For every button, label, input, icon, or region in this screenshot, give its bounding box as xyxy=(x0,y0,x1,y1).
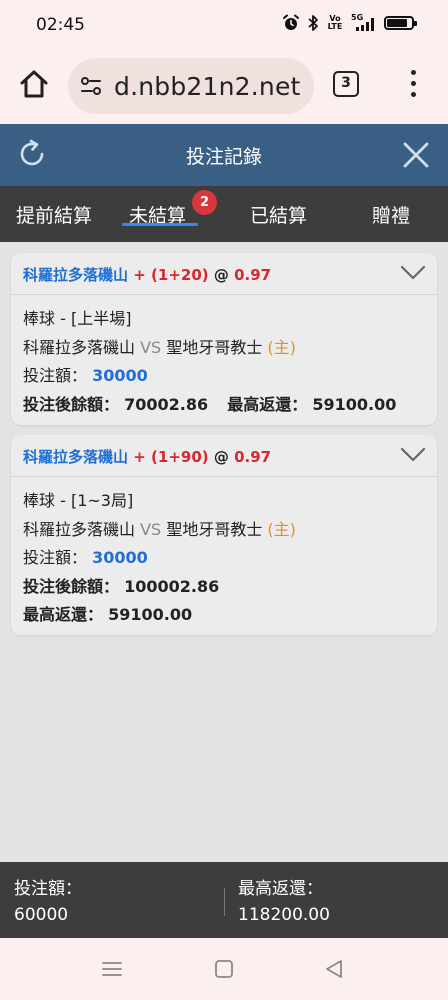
stake-label: 投注額： xyxy=(23,366,88,385)
vs-label: VS xyxy=(140,519,162,539)
vs-label: VS xyxy=(140,337,162,357)
tab-settled[interactable]: 已結算 xyxy=(250,201,307,228)
browser-toolbar: d.nbb21n2.net 3 xyxy=(0,52,448,124)
bet-card-body: 棒球 - [1~3局] 科羅拉多落磯山 VS 聖地牙哥教士 (主) 投注額： 3… xyxy=(11,477,437,630)
bluetooth-icon xyxy=(308,15,318,31)
5g-signal-icon: 5G xyxy=(351,13,377,32)
max-return-value: 59100.00 xyxy=(312,394,397,414)
bet-at-sign: @ xyxy=(213,266,229,284)
balance-value: 70002.86 xyxy=(124,394,209,414)
stake-row: 投注額： 30000 xyxy=(23,544,425,573)
bet-summary-bar: 投注額： 60000 最高返還： 118200.00 xyxy=(0,862,448,938)
tab-early-settlement[interactable]: 提前結算 xyxy=(16,201,92,228)
chevron-down-icon[interactable] xyxy=(400,265,426,281)
battery-icon xyxy=(384,16,417,30)
status-time: 02:45 xyxy=(36,15,85,35)
bet-at-sign: @ xyxy=(213,448,229,466)
total-stake-block: 投注額： 60000 xyxy=(14,876,82,928)
bet-card: 科羅拉多落磯山 + (1+90) @ 0.97 棒球 - [1~3局] 科羅拉多… xyxy=(11,435,437,635)
address-bar[interactable]: d.nbb21n2.net xyxy=(68,58,314,114)
stake-value: 30000 xyxy=(92,548,148,567)
total-stake-value: 60000 xyxy=(14,905,69,925)
max-return-label: 最高返還： xyxy=(227,394,308,414)
status-bar: 02:45 Vo LTE 5G xyxy=(0,0,448,52)
bet-matchup: 科羅拉多落磯山 VS 聖地牙哥教士 (主) xyxy=(23,516,425,545)
total-max-return-block: 最高返還： 118200.00 xyxy=(238,876,330,928)
bet-odds: 0.97 xyxy=(234,448,272,466)
tab-gifts[interactable]: 贈禮 xyxy=(372,201,410,228)
home-square-icon[interactable] xyxy=(213,958,235,980)
menu-icon[interactable] xyxy=(101,958,123,980)
volte-icon: Vo LTE xyxy=(327,14,343,31)
back-triangle-icon[interactable] xyxy=(323,958,345,980)
active-tab-indicator xyxy=(122,223,198,226)
away-team: 聖地牙哥教士 xyxy=(166,519,263,539)
page-title: 投注記錄 xyxy=(185,146,262,168)
max-return-value: 59100.00 xyxy=(108,605,193,624)
bet-card-body: 棒球 - [上半場] 科羅拉多落磯山 VS 聖地牙哥教士 (主) 投注額： 30… xyxy=(11,295,437,419)
balance-label: 投注後餘額： xyxy=(23,576,120,596)
balance-label: 投注後餘額： xyxy=(23,394,120,414)
system-nav-bar xyxy=(0,938,448,1000)
total-max-return-label: 最高返還： xyxy=(238,879,323,899)
home-side-tag: (主) xyxy=(267,337,296,357)
total-stake-label: 投注額： xyxy=(14,879,82,899)
away-team: 聖地牙哥教士 xyxy=(166,337,263,357)
bet-card-header[interactable]: 科羅拉多落磯山 + (1+90) @ 0.97 xyxy=(11,435,437,477)
tab-switcher-button[interactable]: 3 xyxy=(333,71,359,97)
bet-matchup: 科羅拉多落磯山 VS 聖地牙哥教士 (主) xyxy=(23,334,425,363)
home-team: 科羅拉多落磯山 xyxy=(23,337,136,357)
more-menu-icon[interactable] xyxy=(404,68,424,100)
balance-return-row: 投注後餘額： 70002.86 最高返還： 59100.00 xyxy=(23,391,425,420)
bet-handicap: + (1+90) xyxy=(133,448,209,466)
bet-card-header[interactable]: 科羅拉多落磯山 + (1+20) @ 0.97 xyxy=(11,253,437,295)
bet-team: 科羅拉多落磯山 xyxy=(23,448,129,466)
chevron-down-icon[interactable] xyxy=(400,447,426,463)
menu-dot xyxy=(411,81,416,86)
bet-team: 科羅拉多落磯山 xyxy=(23,266,129,284)
balance-row: 投注後餘額： 100002.86 xyxy=(23,573,425,602)
unsettled-count-badge: 2 xyxy=(192,190,217,215)
balance-value: 100002.86 xyxy=(124,576,220,596)
bet-tabs: 提前結算 未結算 2 已結算 贈禮 xyxy=(0,186,448,242)
bet-market: 棒球 - [1~3局] xyxy=(23,491,134,510)
bet-odds: 0.97 xyxy=(234,266,272,284)
home-side-tag: (主) xyxy=(267,519,296,539)
max-return-label: 最高返還： xyxy=(23,605,104,624)
site-settings-icon[interactable] xyxy=(80,75,102,97)
menu-dot xyxy=(411,70,416,75)
status-icons: Vo LTE 5G xyxy=(282,13,417,32)
home-icon[interactable] xyxy=(18,68,50,100)
bet-handicap: + (1+20) xyxy=(133,266,209,284)
url-text[interactable]: d.nbb21n2.net xyxy=(114,72,301,101)
app-header: 投注記錄 xyxy=(0,124,448,186)
stake-label: 投注額： xyxy=(23,548,88,567)
signal-bars-icon xyxy=(356,18,374,31)
stake-value: 30000 xyxy=(92,366,148,385)
bet-card: 科羅拉多落磯山 + (1+20) @ 0.97 棒球 - [上半場] 科羅拉多落… xyxy=(11,253,437,425)
close-icon[interactable] xyxy=(402,141,430,169)
total-max-return-value: 118200.00 xyxy=(238,905,330,925)
summary-divider xyxy=(224,888,225,916)
max-return-row: 最高返還： 59100.00 xyxy=(23,601,425,630)
stake-row: 投注額： 30000 xyxy=(23,362,425,391)
bet-market: 棒球 - [上半場] xyxy=(23,309,132,328)
alarm-icon xyxy=(283,14,299,30)
menu-dot xyxy=(411,92,416,97)
home-team: 科羅拉多落磯山 xyxy=(23,519,136,539)
battery-fill xyxy=(387,19,408,27)
